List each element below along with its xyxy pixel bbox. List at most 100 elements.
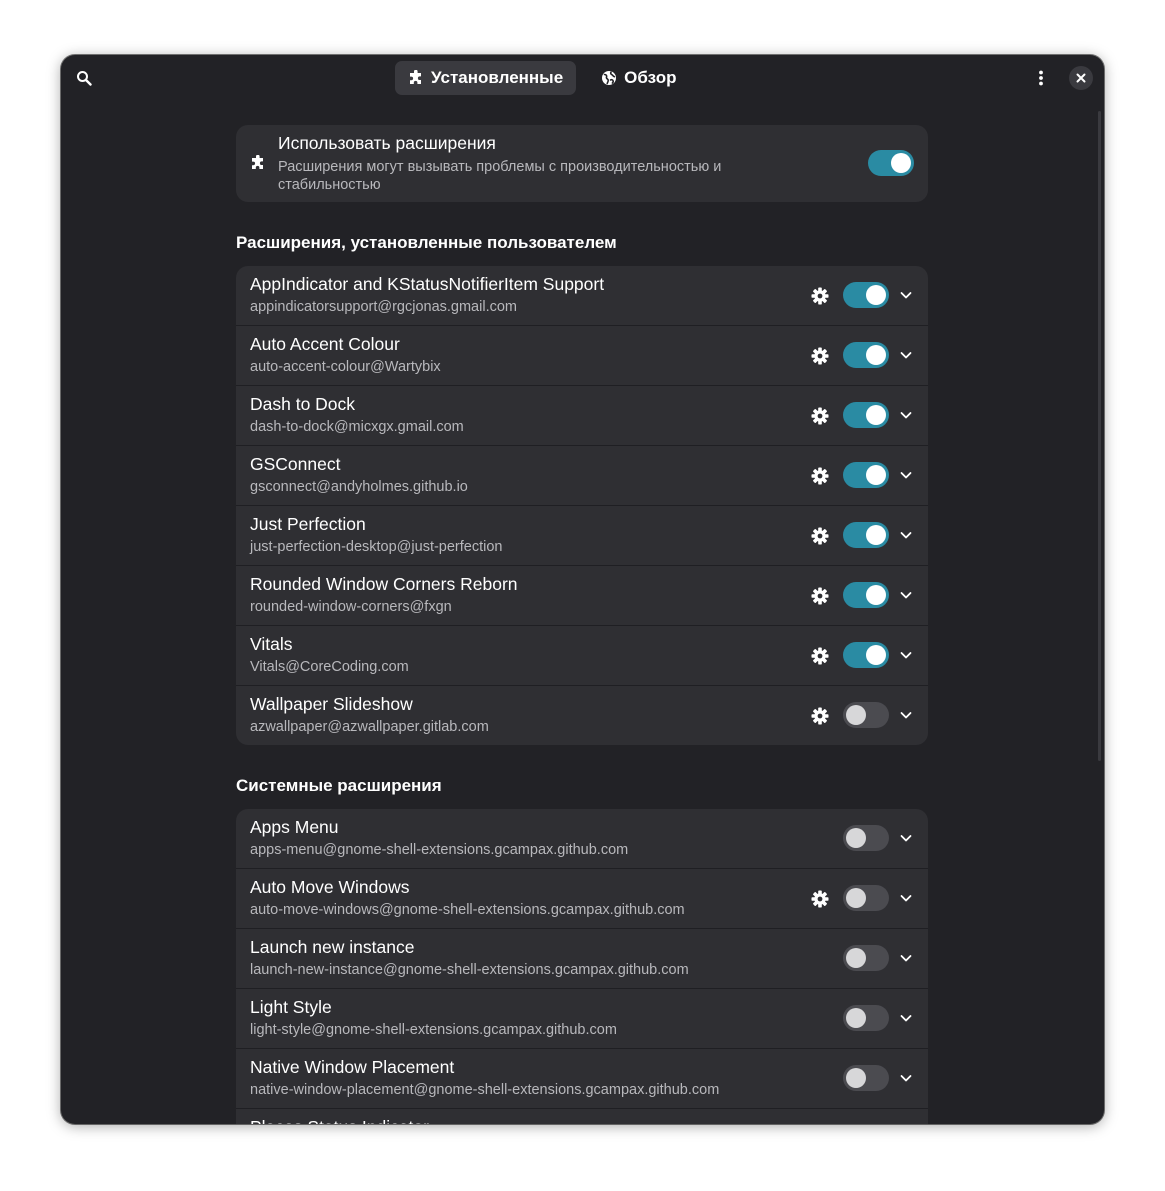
extension-enable-switch[interactable] — [843, 462, 889, 488]
extension-enable-switch[interactable] — [843, 885, 889, 911]
extension-settings-button[interactable] — [810, 286, 830, 306]
extension-row[interactable]: AppIndicator and KStatusNotifierItem Sup… — [236, 266, 928, 326]
view-switcher: Установленные Обзор — [395, 61, 689, 95]
extension-settings-button[interactable] — [810, 466, 830, 486]
extension-expand-button[interactable] — [898, 707, 914, 723]
extension-name: Rounded Window Corners Reborn — [250, 574, 518, 594]
use-extensions-subtitle: Расширения могут вызывать проблемы с про… — [278, 159, 722, 193]
extension-uuid: auto-accent-colour@Wartybix — [250, 359, 441, 375]
extension-settings-button[interactable] — [810, 346, 830, 366]
scrollbar[interactable] — [1098, 111, 1101, 761]
extension-enable-switch[interactable] — [843, 282, 889, 308]
extension-uuid: just-perfection-desktop@just-perfection — [250, 539, 503, 555]
extension-expand-button[interactable] — [898, 287, 914, 303]
close-button[interactable] — [1069, 66, 1093, 90]
extension-enable-switch[interactable] — [843, 522, 889, 548]
extension-expand-button[interactable] — [898, 890, 914, 906]
search-button[interactable] — [68, 62, 100, 94]
system-extensions-list: Apps Menu apps-menu@gnome-shell-extension… — [236, 809, 928, 1124]
extension-row[interactable]: Apps Menu apps-menu@gnome-shell-extension… — [236, 809, 928, 869]
extension-row[interactable]: Native Window Placement native-window-pla… — [236, 1049, 928, 1109]
gear-icon — [811, 647, 829, 665]
extension-row[interactable]: Dash to Dock dash-to-dock@micxgx.gmail.co… — [236, 386, 928, 446]
extension-uuid: rounded-window-corners@fxgn — [250, 599, 452, 615]
gear-icon — [811, 407, 829, 425]
extension-settings-button[interactable] — [810, 586, 830, 606]
extension-expand-button[interactable] — [898, 647, 914, 663]
extension-row[interactable]: Rounded Window Corners Reborn rounded-win… — [236, 566, 928, 626]
extension-expand-button[interactable] — [898, 407, 914, 423]
extension-settings-button[interactable] — [810, 526, 830, 546]
extension-expand-button[interactable] — [898, 527, 914, 543]
extension-expand-button[interactable] — [898, 1010, 914, 1026]
extension-settings-button[interactable] — [810, 646, 830, 666]
extension-name: Dash to Dock — [250, 394, 356, 414]
extension-expand-button[interactable] — [898, 587, 914, 603]
extension-expand-button[interactable] — [898, 950, 914, 966]
extension-name: Wallpaper Slideshow — [250, 694, 413, 714]
user-extensions-list: AppIndicator and KStatusNotifierItem Sup… — [236, 266, 928, 745]
extension-expand-button[interactable] — [898, 830, 914, 846]
use-extensions-title: Использовать расширения — [278, 133, 496, 153]
extension-settings-button[interactable] — [810, 889, 830, 909]
extension-enable-switch[interactable] — [843, 1065, 889, 1091]
extension-row[interactable]: Places Status Indicator — [236, 1109, 928, 1124]
extension-expand-button[interactable] — [898, 347, 914, 363]
extension-uuid: auto-move-windows@gnome-shell-extensions… — [250, 902, 685, 918]
extension-enable-switch[interactable] — [843, 342, 889, 368]
tab-browse-label: Обзор — [624, 68, 677, 87]
puzzle-icon — [252, 155, 263, 169]
chevron-down-icon — [900, 835, 912, 842]
chevron-down-icon — [900, 955, 912, 962]
globe-icon — [602, 71, 617, 85]
extension-uuid: Vitals@CoreCoding.com — [250, 659, 409, 675]
extension-name: Just Perfection — [250, 514, 366, 534]
switch-knob — [846, 1008, 866, 1028]
switch-knob — [846, 1068, 866, 1088]
main-menu-button[interactable] — [1025, 62, 1057, 94]
extension-row[interactable]: Auto Move Windows auto-move-windows@gnome… — [236, 869, 928, 929]
extension-row[interactable]: Just Perfection just-perfection-desktop@j… — [236, 506, 928, 566]
chevron-down-icon — [900, 1015, 912, 1022]
extension-uuid: azwallpaper@azwallpaper.gitlab.com — [250, 719, 489, 735]
gear-icon — [811, 467, 829, 485]
extension-enable-switch[interactable] — [843, 825, 889, 851]
chevron-down-icon — [900, 712, 912, 719]
extension-row[interactable]: Auto Accent Colour auto-accent-colour@War… — [236, 326, 928, 386]
search-icon — [77, 71, 92, 86]
tab-installed[interactable]: Установленные — [395, 61, 577, 95]
chevron-down-icon — [900, 652, 912, 659]
extension-settings-button[interactable] — [810, 406, 830, 426]
extension-row[interactable]: GSConnect gsconnect@andyholmes.github.io — [236, 446, 928, 506]
extension-row[interactable]: Wallpaper Slideshow azwallpaper@azwallpap… — [236, 686, 928, 745]
chevron-down-icon — [900, 895, 912, 902]
tab-browse[interactable]: Обзор — [588, 61, 689, 95]
extension-name: Auto Move Windows — [250, 877, 410, 897]
close-icon — [1076, 73, 1086, 83]
extension-name: Light Style — [250, 997, 332, 1017]
extension-enable-switch[interactable] — [843, 702, 889, 728]
chevron-down-icon — [900, 412, 912, 419]
extension-row[interactable]: Vitals Vitals@CoreCoding.com — [236, 626, 928, 686]
extension-name: Places Status Indicator — [250, 1117, 429, 1124]
extension-expand-button[interactable] — [898, 1070, 914, 1086]
extension-enable-switch[interactable] — [843, 642, 889, 668]
extension-enable-switch[interactable] — [843, 945, 889, 971]
extensions-list-page: Использовать расширения Расширения могут… — [236, 125, 928, 1124]
gear-icon — [811, 527, 829, 545]
puzzle-icon — [410, 70, 421, 84]
gear-icon — [811, 287, 829, 305]
extension-enable-switch[interactable] — [843, 1005, 889, 1031]
extension-row[interactable]: Launch new instance launch-new-instance@g… — [236, 929, 928, 989]
switch-knob — [866, 465, 886, 485]
extension-uuid: gsconnect@andyholmes.github.io — [250, 479, 468, 495]
extension-row[interactable]: Light Style light-style@gnome-shell-exten… — [236, 989, 928, 1049]
chevron-down-icon — [900, 1075, 912, 1082]
use-extensions-row: Использовать расширения Расширения могут… — [236, 125, 928, 202]
extension-settings-button[interactable] — [810, 706, 830, 726]
use-extensions-switch[interactable] — [868, 150, 914, 176]
extension-enable-switch[interactable] — [843, 582, 889, 608]
extension-enable-switch[interactable] — [843, 402, 889, 428]
system-extensions-heading: Системные расширения — [236, 776, 442, 795]
extension-expand-button[interactable] — [898, 467, 914, 483]
